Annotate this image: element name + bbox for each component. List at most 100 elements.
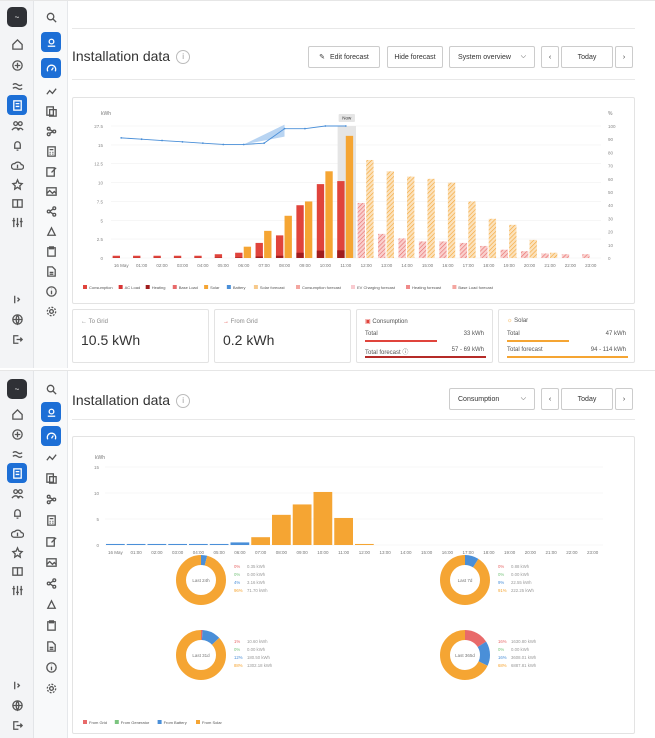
network-icon[interactable]	[41, 121, 61, 141]
home-icon[interactable]	[7, 404, 27, 424]
info-icon[interactable]: i	[176, 50, 191, 65]
soc-point	[324, 125, 327, 127]
trend-icon[interactable]	[41, 447, 61, 467]
x-tick-label: 02:00	[151, 550, 163, 555]
weather-icon[interactable]	[41, 402, 61, 422]
vrm-logo-icon[interactable]: ~	[7, 7, 27, 27]
cloud-upload-icon[interactable]	[7, 523, 27, 543]
bell-icon[interactable]	[7, 135, 27, 155]
chevron-right-icon: ›	[622, 395, 626, 403]
sliders-icon[interactable]	[7, 212, 27, 232]
energy-chart: kWh %27.51512.5107.552.501009080706050403…	[83, 111, 616, 290]
dashboard-icon[interactable]	[7, 193, 27, 213]
heating-bar	[316, 250, 325, 258]
info-icon[interactable]	[41, 281, 61, 301]
calculator-icon[interactable]	[41, 141, 61, 161]
device-list-icon[interactable]	[41, 468, 61, 488]
solar-forecast-bar	[447, 182, 456, 258]
collapse-sidebar-icon[interactable]	[7, 675, 27, 695]
x-tick-label: 11:00	[338, 550, 349, 555]
search-icon[interactable]	[41, 379, 61, 399]
secondary-sidebar	[34, 371, 68, 738]
edit-forecast-button[interactable]: ✎ Edit forecast	[308, 46, 380, 68]
legend-swatch	[351, 285, 355, 289]
donut-pct: 91%	[498, 588, 507, 593]
image-icon[interactable]	[41, 552, 61, 572]
next-day-button[interactable]: ›	[615, 388, 633, 410]
legend-label: Solar forecast	[260, 285, 286, 290]
to-grid-label: ← To Grid	[81, 319, 108, 325]
star-icon[interactable]	[7, 542, 27, 562]
settings-gear-icon[interactable]	[41, 301, 61, 321]
image-icon[interactable]	[41, 181, 61, 201]
add-circle-icon[interactable]	[7, 55, 27, 75]
home-icon[interactable]	[7, 34, 27, 54]
alarm-icon[interactable]	[41, 221, 61, 241]
document-icon[interactable]	[41, 261, 61, 281]
legend-label: From Grid	[89, 720, 107, 725]
network-icon[interactable]	[41, 489, 61, 509]
share-icon[interactable]	[41, 573, 61, 593]
wave-icon[interactable]	[7, 444, 27, 464]
solar-forecast-value: 94 - 114 kWh	[590, 347, 626, 353]
view-select[interactable]: System overview ⌵	[449, 46, 535, 68]
device-list-icon[interactable]	[41, 101, 61, 121]
soc-point	[140, 138, 143, 141]
info-icon[interactable]	[41, 657, 61, 677]
wave-icon[interactable]	[7, 76, 27, 96]
donut-pct: 12%	[234, 655, 243, 660]
settings-gear-icon[interactable]	[41, 678, 61, 698]
pencil-icon: ✎	[319, 54, 325, 61]
cloud-upload-icon[interactable]	[7, 155, 27, 175]
installations-icon[interactable]	[7, 463, 27, 483]
y2-tick-label: 80	[608, 150, 614, 155]
dashboard-icon[interactable]	[7, 561, 27, 581]
chevron-right-icon: ›	[622, 53, 626, 61]
today-button[interactable]: Today	[561, 46, 613, 68]
from-grid-value: 0.2 kWh	[223, 332, 275, 348]
edit-icon[interactable]	[41, 531, 61, 551]
clipboard-icon[interactable]	[41, 615, 61, 635]
legend-swatch	[196, 720, 200, 724]
prev-day-button[interactable]: ‹	[541, 46, 559, 68]
star-icon[interactable]	[7, 174, 27, 194]
next-day-button[interactable]: ›	[615, 46, 633, 68]
solar-total-label: Total	[507, 331, 520, 337]
users-icon[interactable]	[7, 115, 27, 135]
x-tick-label: 20:00	[525, 550, 537, 555]
edit-icon[interactable]	[41, 161, 61, 181]
legend-swatch	[204, 285, 209, 289]
collapse-sidebar-icon[interactable]	[7, 289, 27, 309]
installations-icon[interactable]	[7, 95, 27, 115]
logout-icon[interactable]	[7, 715, 27, 735]
x-tick-label: 22:00	[566, 550, 578, 555]
bell-icon[interactable]	[7, 503, 27, 523]
add-circle-icon[interactable]	[7, 424, 27, 444]
info-icon[interactable]: i	[176, 394, 191, 409]
consumption-bar	[582, 254, 590, 258]
gauge-icon[interactable]	[41, 58, 61, 78]
logout-icon[interactable]	[7, 329, 27, 349]
gauge-icon[interactable]	[41, 426, 61, 446]
users-icon[interactable]	[7, 483, 27, 503]
consumption-bar	[235, 252, 243, 258]
view-select[interactable]: Consumption ⌵	[449, 388, 535, 410]
weather-icon[interactable]	[41, 32, 61, 52]
frame-consumption: ~ Installation data i Consumption ⌵ ‹ To…	[0, 370, 655, 738]
prev-day-button[interactable]: ‹	[541, 388, 559, 410]
globe-icon[interactable]	[7, 695, 27, 715]
document-icon[interactable]	[41, 636, 61, 656]
sliders-icon[interactable]	[7, 580, 27, 600]
consumption-total-value: 33 kWh	[463, 331, 484, 337]
clipboard-icon[interactable]	[41, 241, 61, 261]
globe-icon[interactable]	[7, 309, 27, 329]
trend-icon[interactable]	[41, 81, 61, 101]
alarm-icon[interactable]	[41, 594, 61, 614]
calculator-icon[interactable]	[41, 510, 61, 530]
hide-forecast-button[interactable]: Hide forecast	[387, 46, 443, 68]
search-icon[interactable]	[41, 7, 61, 27]
share-icon[interactable]	[41, 201, 61, 221]
vrm-logo-icon[interactable]: ~	[7, 379, 27, 399]
today-button[interactable]: Today	[561, 388, 613, 410]
heating-bar	[275, 255, 284, 258]
